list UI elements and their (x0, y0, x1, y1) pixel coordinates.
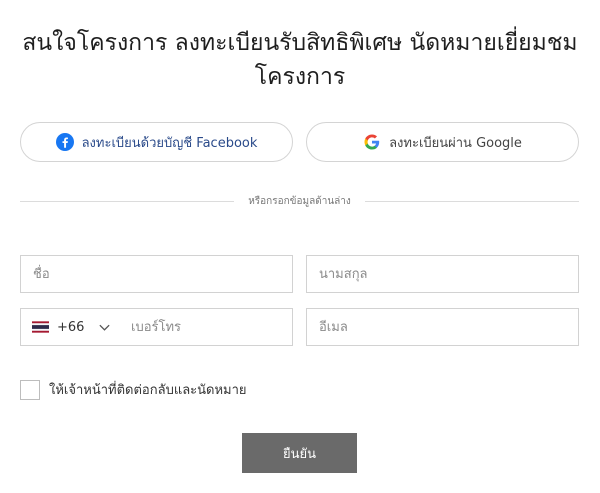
last-name-input[interactable] (306, 255, 579, 293)
phone-input[interactable] (119, 308, 293, 346)
divider-line-left (20, 200, 235, 202)
thailand-flag-icon (32, 321, 49, 333)
facebook-icon (55, 133, 74, 151)
google-register-button[interactable]: ลงทะเบียนผ่าน Google (306, 122, 579, 162)
form-title: สนใจโครงการ ลงทะเบียนรับสิทธิพิเศษ นัดหม… (22, 30, 578, 90)
country-code-selector[interactable]: +66 (20, 308, 120, 346)
or-divider: หรือกรอกข้อมูลด้านล่าง (20, 193, 579, 209)
submit-button[interactable]: ยืนยัน (242, 433, 357, 473)
chevron-down-icon (98, 321, 111, 334)
consent-row: ให้เจ้าหน้าที่ติดต่อกลับและนัดหมาย (20, 379, 247, 400)
consent-checkbox[interactable] (20, 379, 40, 400)
registration-form: สนใจโครงการ ลงทะเบียนรับสิทธิพิเศษ นัดหม… (0, 0, 600, 493)
divider-text: หรือกรอกข้อมูลด้านล่าง (248, 195, 351, 207)
facebook-button-label: ลงทะเบียนด้วยบัญชี Facebook (81, 135, 258, 151)
divider-line-right (364, 200, 579, 202)
facebook-register-button[interactable]: ลงทะเบียนด้วยบัญชี Facebook (20, 122, 293, 162)
country-code-value: +66 (57, 319, 85, 335)
consent-label: ให้เจ้าหน้าที่ติดต่อกลับและนัดหมาย (49, 383, 247, 398)
email-input[interactable] (306, 308, 579, 346)
first-name-input[interactable] (20, 255, 293, 293)
google-icon (363, 133, 381, 151)
google-button-label: ลงทะเบียนผ่าน Google (389, 135, 522, 151)
